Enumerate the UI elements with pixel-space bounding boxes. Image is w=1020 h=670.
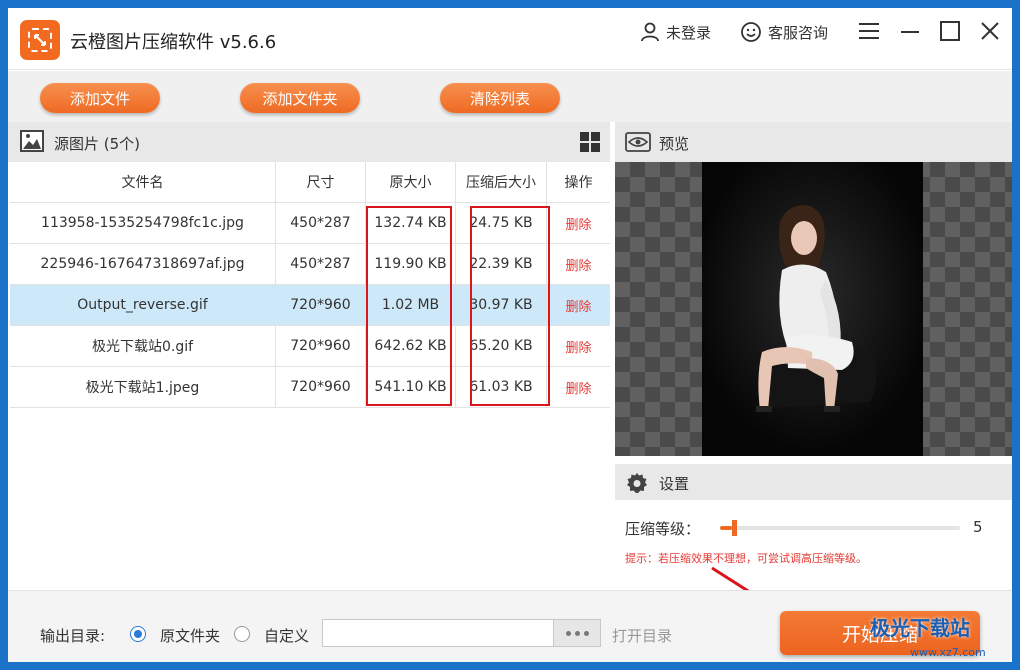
source-panel-title: 源图片 (5个) — [54, 135, 141, 153]
output-path-input[interactable] — [322, 619, 554, 647]
preview-image — [702, 162, 923, 456]
file-dimensions: 450*287 — [276, 244, 366, 284]
browse-button[interactable] — [553, 619, 601, 647]
app-logo-icon — [20, 20, 60, 60]
menu-button[interactable] — [856, 18, 882, 44]
file-dimensions: 720*960 — [276, 285, 366, 325]
compression-level-value: 5 — [973, 518, 983, 536]
watermark-logo: 极光下载站 — [870, 616, 970, 640]
source-panel-header: 源图片 (5个) — [8, 122, 610, 162]
custom-folder-radio[interactable] — [234, 626, 250, 642]
file-dimensions: 450*287 — [276, 203, 366, 243]
column-header-filename: 文件名 — [10, 162, 276, 202]
column-header-dimensions: 尺寸 — [276, 162, 366, 202]
file-name: 113958-1535254798fc1c.jpg — [10, 203, 276, 243]
watermark-url: www.xz7.com — [910, 646, 986, 659]
compression-level-slider-fill — [720, 526, 732, 530]
minimize-icon — [901, 31, 919, 33]
maximize-icon — [940, 21, 960, 41]
original-size-highlight-box — [366, 206, 452, 406]
minimize-button[interactable] — [897, 18, 923, 44]
app-title: 云橙图片压缩软件 v5.6.6 — [70, 32, 277, 53]
close-icon — [981, 22, 999, 40]
compression-level-slider[interactable] — [720, 520, 960, 536]
delete-link[interactable]: 删除 — [565, 337, 591, 356]
eye-icon — [625, 132, 651, 152]
smile-icon — [741, 22, 761, 42]
customer-service-label: 客服咨询 — [768, 23, 829, 42]
settings-panel-title: 设置 — [659, 475, 690, 493]
clear-list-button[interactable]: 清除列表 — [440, 83, 560, 113]
preview-canvas — [615, 162, 1012, 456]
table-header-row: 文件名 尺寸 原大小 压缩后大小 操作 — [10, 162, 610, 203]
login-button[interactable]: 未登录 — [640, 21, 711, 43]
delete-link[interactable]: 删除 — [565, 214, 591, 233]
settings-panel-header: 设置 — [615, 464, 1012, 500]
compression-level-slider-thumb[interactable] — [732, 520, 737, 536]
gear-icon — [627, 473, 647, 493]
add-folder-button[interactable]: 添加文件夹 — [240, 83, 360, 113]
output-bar: 输出目录: 原文件夹 自定义 打开目录 开始压缩 — [8, 590, 1012, 662]
app-window: 云橙图片压缩软件 v5.6.6 未登录 客服咨询 添加文件 添加文件夹 清除列表… — [8, 8, 1012, 662]
add-file-button[interactable]: 添加文件 — [40, 83, 160, 113]
customer-service-button[interactable]: 客服咨询 — [740, 21, 828, 43]
file-name: 极光下载站0.gif — [10, 326, 276, 366]
grid-view-icon[interactable] — [580, 132, 600, 152]
title-bar: 云橙图片压缩软件 v5.6.6 未登录 客服咨询 — [8, 8, 1012, 70]
compressed-size-highlight-box — [470, 206, 550, 406]
ellipsis-dot-icon — [565, 630, 571, 636]
original-folder-label[interactable]: 原文件夹 — [160, 625, 220, 646]
compression-level-label: 压缩等级： — [625, 520, 701, 538]
file-name: Output_reverse.gif — [10, 285, 276, 325]
preview-panel-title: 预览 — [659, 135, 690, 153]
open-directory-link[interactable]: 打开目录 — [612, 625, 672, 646]
file-dimensions: 720*960 — [276, 326, 366, 366]
image-icon — [20, 130, 44, 152]
preview-panel-header: 预览 — [615, 122, 1012, 162]
original-folder-radio[interactable] — [130, 626, 146, 642]
close-button[interactable] — [977, 18, 1003, 44]
delete-link[interactable]: 删除 — [565, 296, 591, 315]
file-dimensions: 720*960 — [276, 367, 366, 407]
column-header-original-size: 原大小 — [366, 162, 456, 202]
login-label: 未登录 — [666, 23, 712, 42]
hamburger-icon — [859, 23, 879, 39]
delete-link[interactable]: 删除 — [565, 378, 591, 397]
output-directory-label: 输出目录: — [40, 627, 106, 645]
file-name: 225946-167647318697af.jpg — [10, 244, 276, 284]
file-name: 极光下载站1.jpeg — [10, 367, 276, 407]
custom-folder-label[interactable]: 自定义 — [264, 625, 309, 646]
maximize-button[interactable] — [937, 18, 963, 44]
column-header-action: 操作 — [564, 175, 593, 191]
user-icon — [641, 22, 659, 42]
ellipsis-dot-icon — [583, 630, 589, 636]
ellipsis-dot-icon — [574, 630, 580, 636]
delete-link[interactable]: 删除 — [565, 255, 591, 274]
column-header-compressed-size: 压缩后大小 — [456, 162, 547, 202]
toolbar: 添加文件 添加文件夹 清除列表 — [8, 71, 1012, 122]
